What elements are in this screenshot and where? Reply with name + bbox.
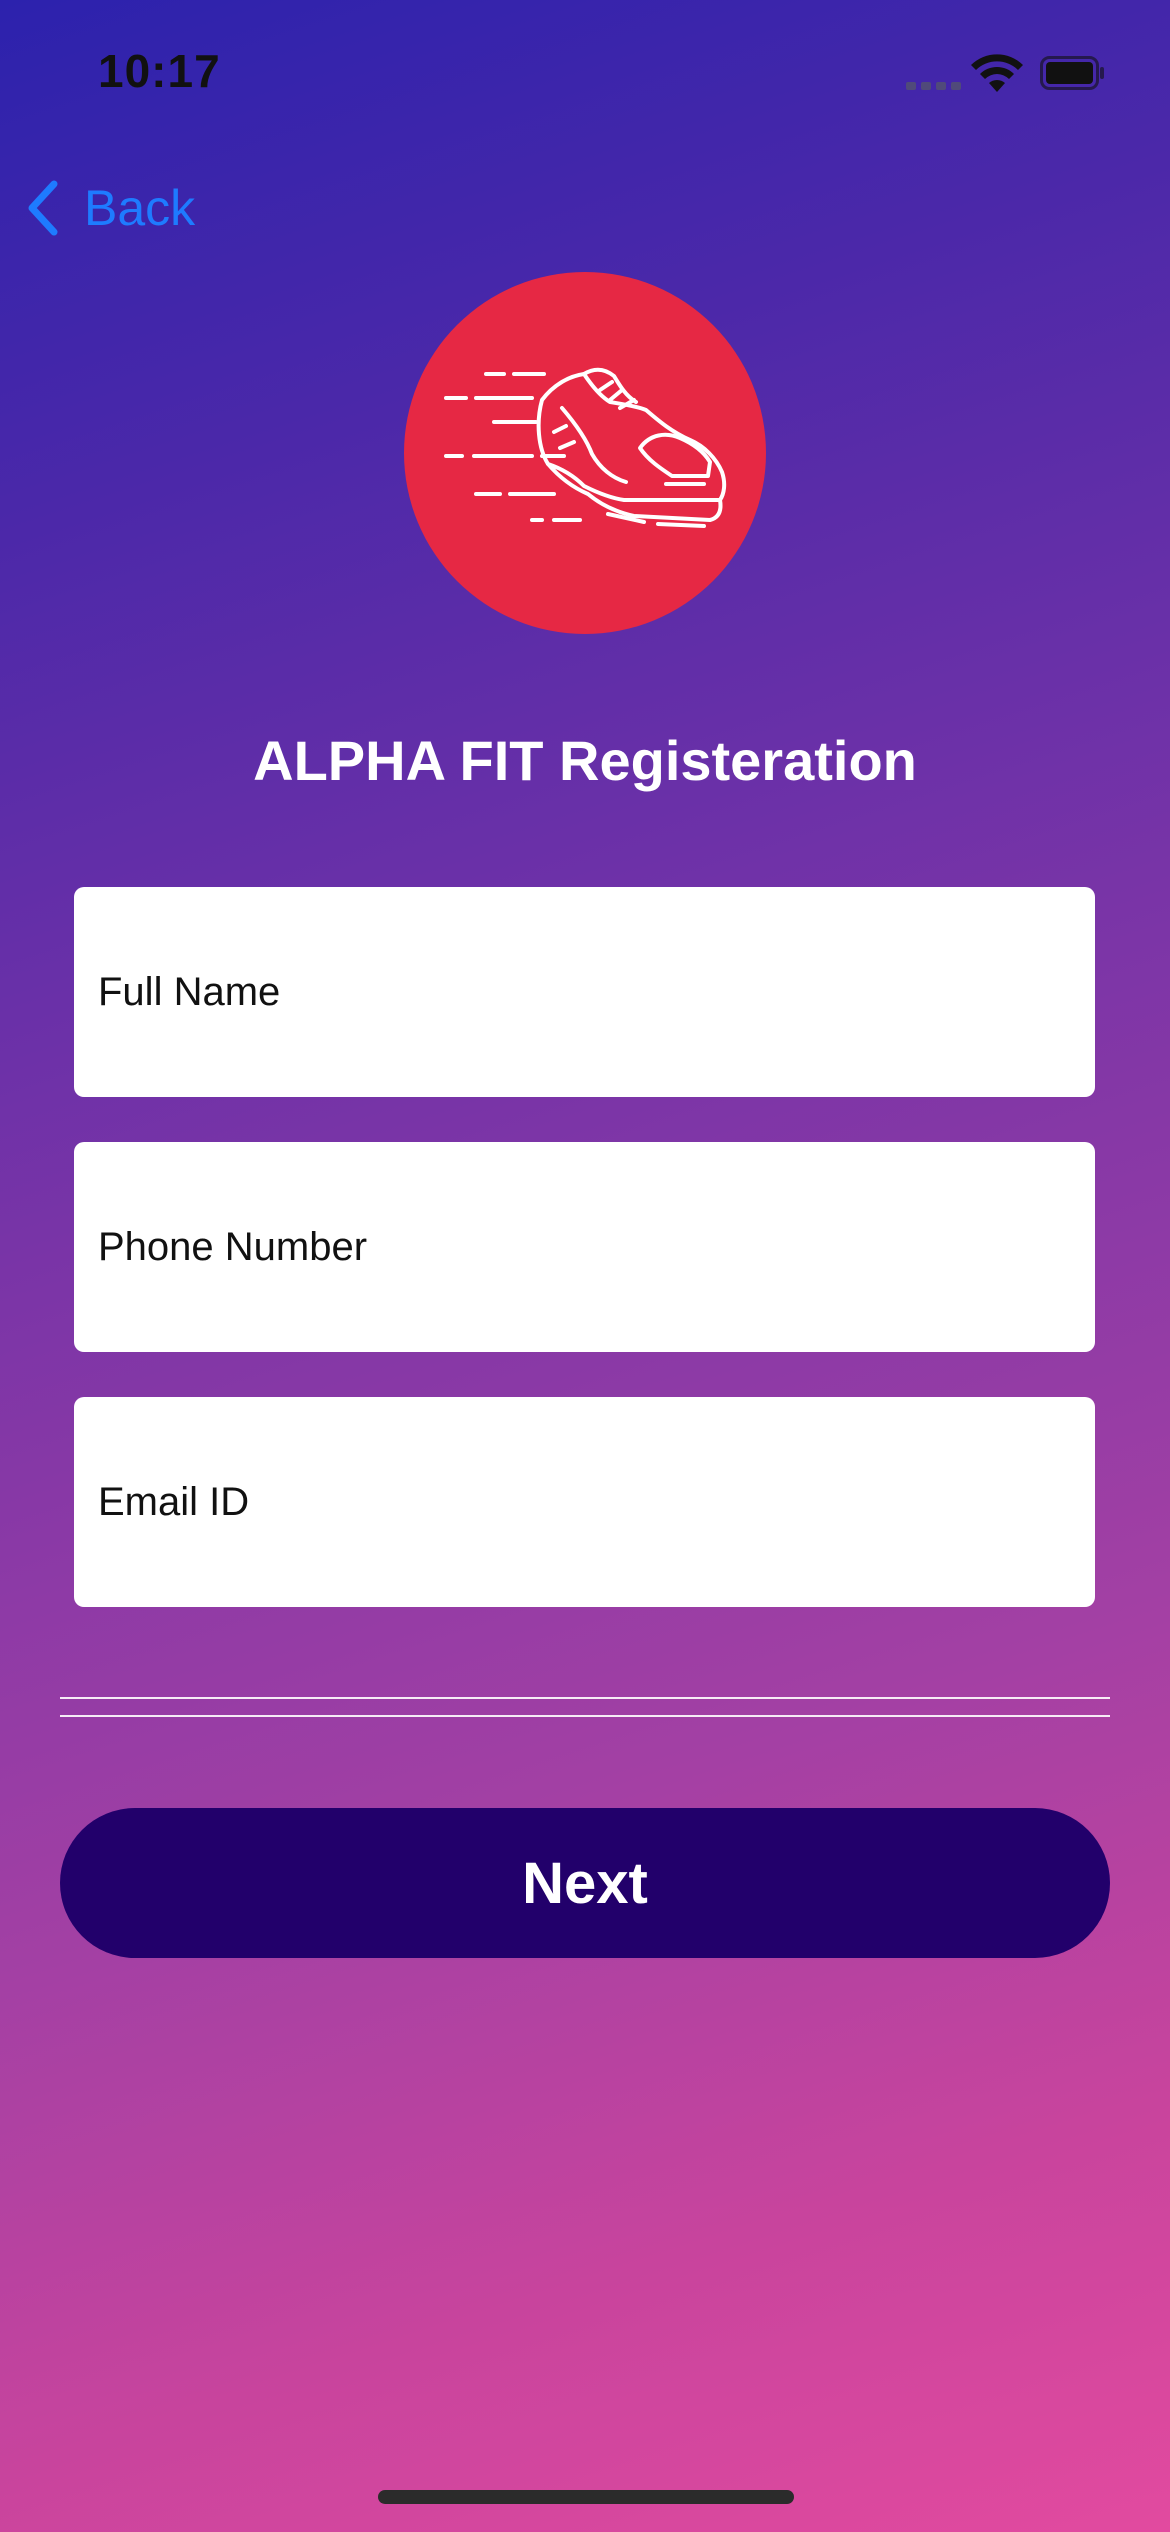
full-name-field[interactable] — [74, 887, 1095, 1097]
back-button[interactable]: Back — [24, 176, 195, 240]
wifi-icon — [971, 54, 1023, 92]
divider-line — [60, 1697, 1110, 1699]
cellular-signal-icon — [906, 80, 962, 90]
chevron-left-icon — [28, 180, 58, 236]
email-id-field[interactable] — [74, 1397, 1095, 1607]
page-title: ALPHA FIT Registeration — [253, 729, 917, 792]
back-label: Back — [84, 180, 196, 236]
battery-icon — [1040, 56, 1104, 90]
email-id-input[interactable] — [96, 1478, 1095, 1526]
app-logo — [404, 272, 766, 634]
registration-screen: 10:17 Back ALPHA FIT Registeration Full … — [0, 0, 1170, 2532]
phone-number-input[interactable] — [96, 1223, 1095, 1271]
status-time: 10:17 — [98, 45, 221, 97]
next-button[interactable]: Next — [60, 1808, 1110, 1958]
full-name-input[interactable] — [96, 968, 1095, 1016]
divider-line — [60, 1715, 1110, 1717]
phone-number-field[interactable] — [74, 1142, 1095, 1352]
home-indicator[interactable] — [378, 2490, 794, 2504]
running-shoe-icon — [444, 367, 727, 528]
